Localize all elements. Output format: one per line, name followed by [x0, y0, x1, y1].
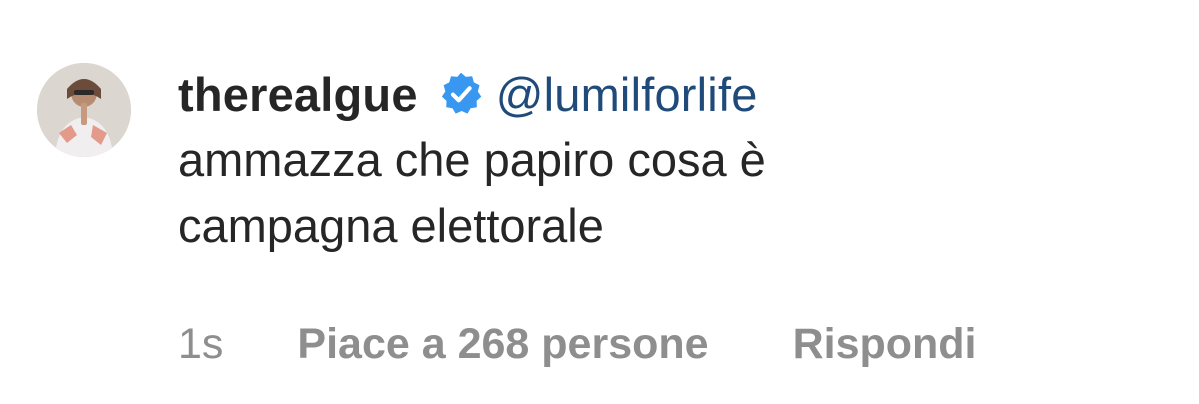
avatar-image: [37, 63, 131, 157]
reply-button[interactable]: Rispondi: [793, 320, 977, 369]
verified-badge-icon: [441, 72, 481, 114]
comment-text-line: ammazza che papiro cosa è: [178, 133, 766, 186]
timestamp: 1s: [178, 319, 224, 368]
comment-footer: 1s Piace a 268 persone Rispondi: [178, 314, 977, 374]
comment-text-line: campagna elettorale: [178, 199, 604, 252]
mention-link[interactable]: @lumilforlife: [496, 67, 758, 122]
username-link[interactable]: therealgue: [178, 67, 418, 122]
comment-header: therealgue @lumilforlife: [178, 62, 1168, 126]
comment-text: ammazza che papiro cosa è campagna elett…: [178, 127, 1058, 259]
avatar[interactable]: [37, 63, 131, 157]
comment: therealgue @lumilforlife ammazza che pap…: [0, 0, 1199, 404]
comment-body: therealgue @lumilforlife ammazza che pap…: [178, 62, 1168, 259]
likes-count-button[interactable]: Piace a 268 persone: [297, 320, 708, 369]
